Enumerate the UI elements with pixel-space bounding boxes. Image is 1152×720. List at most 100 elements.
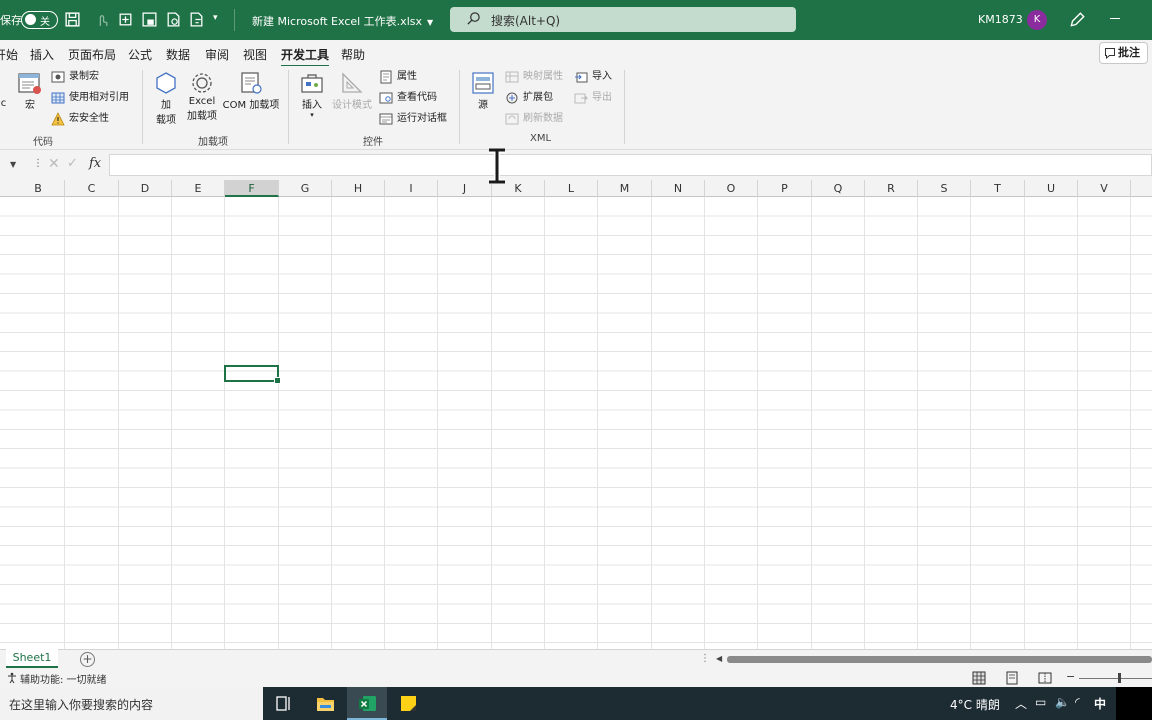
- print-preview-icon[interactable]: [141, 11, 158, 28]
- properties-button[interactable]: 属性: [379, 69, 417, 85]
- volume-icon[interactable]: 🔈: [1055, 695, 1070, 709]
- tab-page-layout[interactable]: 页面布局: [68, 46, 116, 63]
- new-document-icon[interactable]: [188, 11, 205, 28]
- network-icon[interactable]: ◜: [1075, 695, 1080, 709]
- column-header-b[interactable]: B: [12, 180, 65, 197]
- selected-cell[interactable]: [224, 365, 281, 384]
- horizontal-scrollbar[interactable]: [727, 656, 1152, 663]
- macro-security-button[interactable]: 宏安全性: [51, 111, 109, 127]
- column-header-q[interactable]: Q: [812, 180, 865, 197]
- export-pdf-icon[interactable]: [165, 11, 182, 28]
- save-icon[interactable]: [64, 11, 81, 28]
- user-name[interactable]: KM1873: [978, 13, 1023, 26]
- minimize-icon[interactable]: [1110, 18, 1120, 19]
- visual-basic-button[interactable]: ic: [0, 98, 6, 109]
- zoom-slider-handle[interactable]: [1118, 673, 1121, 683]
- cell-grid[interactable]: [0, 197, 1152, 649]
- task-view-button[interactable]: [263, 687, 303, 720]
- column-header-s[interactable]: S: [918, 180, 971, 197]
- column-header-u[interactable]: U: [1025, 180, 1078, 197]
- autosave-toggle[interactable]: 关: [21, 11, 58, 29]
- expansion-packs-button[interactable]: 扩展包: [505, 90, 553, 106]
- refresh-data-icon[interactable]: [117, 11, 134, 28]
- name-box-dropdown-icon[interactable]: ▼: [10, 160, 16, 169]
- design-mode-label: 设计模式: [332, 100, 372, 111]
- xml-source-button[interactable]: 源: [469, 70, 497, 111]
- macros-button[interactable]: 宏: [15, 70, 45, 111]
- column-header-c[interactable]: C: [65, 180, 119, 197]
- column-header-h[interactable]: H: [332, 180, 385, 197]
- run-dialog-label: 运行对话框: [397, 113, 447, 124]
- design-mode-button[interactable]: 设计模式: [330, 70, 374, 111]
- column-header-j[interactable]: J: [438, 180, 492, 197]
- map-properties-button[interactable]: 映射属性: [505, 69, 563, 85]
- clock-area[interactable]: [1116, 687, 1152, 720]
- page-break-view-icon[interactable]: [1038, 671, 1052, 685]
- formula-input[interactable]: [109, 154, 1152, 176]
- accessibility-status[interactable]: 辅助功能: 一切就绪: [6, 671, 107, 686]
- touch-mode-icon[interactable]: [94, 11, 111, 28]
- column-header-v[interactable]: V: [1078, 180, 1131, 197]
- addins-button[interactable]: 加 载项: [152, 70, 180, 126]
- column-header-f[interactable]: F: [225, 180, 279, 197]
- refresh-data-button[interactable]: 刷新数据: [505, 111, 563, 127]
- excel-addins-button[interactable]: Excel 加载项: [185, 70, 219, 122]
- column-header-e[interactable]: E: [172, 180, 225, 197]
- show-hidden-icons-icon[interactable]: ︿: [1015, 695, 1027, 712]
- view-code-button[interactable]: 查看代码: [379, 90, 437, 106]
- run-dialog-button[interactable]: 运行对话框: [379, 111, 447, 127]
- zoom-slider[interactable]: [1079, 678, 1152, 679]
- properties-icon: [380, 70, 392, 84]
- enter-check-icon[interactable]: ✓: [67, 156, 78, 171]
- chevron-down-icon: ▾: [310, 111, 314, 119]
- page-layout-view-icon[interactable]: [1005, 671, 1019, 685]
- xml-import-button[interactable]: 导入: [574, 69, 612, 85]
- tab-insert[interactable]: 插入: [30, 46, 54, 63]
- scroll-left-icon[interactable]: ◀: [716, 654, 722, 663]
- column-header-i[interactable]: I: [385, 180, 438, 197]
- search-box[interactable]: 搜索(Alt+Q): [450, 7, 796, 32]
- file-explorer-button[interactable]: [305, 687, 345, 720]
- battery-icon[interactable]: ▭: [1035, 695, 1046, 709]
- file-name[interactable]: 新建 Microsoft Excel 工作表.xlsx ▼: [252, 13, 433, 29]
- column-header-n[interactable]: N: [652, 180, 705, 197]
- xml-export-button[interactable]: 导出: [574, 90, 612, 106]
- tab-split-handle[interactable]: ⋮: [700, 653, 710, 664]
- tab-review[interactable]: 审阅: [205, 46, 229, 63]
- input-method-indicator[interactable]: 中: [1094, 695, 1106, 712]
- tab-data[interactable]: 数据: [166, 46, 190, 63]
- sticky-notes-button[interactable]: [388, 687, 428, 720]
- insert-control-button[interactable]: 插入 ▾: [298, 70, 326, 119]
- tab-home[interactable]: 开始: [0, 46, 18, 63]
- cancel-icon[interactable]: ✕: [48, 156, 60, 172]
- column-header-r[interactable]: R: [865, 180, 918, 197]
- column-header-p[interactable]: P: [758, 180, 812, 197]
- add-sheet-icon[interactable]: +: [80, 652, 95, 667]
- column-header-m[interactable]: M: [598, 180, 652, 197]
- ribbon-separator: [288, 70, 289, 144]
- column-header-d[interactable]: D: [119, 180, 172, 197]
- column-header-g[interactable]: G: [279, 180, 332, 197]
- sheet-tab[interactable]: Sheet1: [6, 649, 58, 668]
- comments-button[interactable]: 批注: [1099, 42, 1148, 64]
- column-header-o[interactable]: O: [705, 180, 758, 197]
- xml-group-label: XML: [530, 133, 552, 144]
- column-header-l[interactable]: L: [545, 180, 598, 197]
- relative-reference-button[interactable]: 使用相对引用: [51, 90, 129, 106]
- more-options-icon[interactable]: ⋮: [33, 158, 43, 169]
- avatar[interactable]: K: [1027, 10, 1047, 30]
- zoom-out-icon[interactable]: −: [1066, 670, 1075, 683]
- tab-developer[interactable]: 开发工具: [281, 46, 330, 68]
- excel-taskbar-button[interactable]: [347, 687, 387, 720]
- record-macro-button[interactable]: 录制宏: [51, 69, 99, 85]
- normal-view-icon[interactable]: [972, 671, 986, 685]
- column-header-t[interactable]: T: [971, 180, 1025, 197]
- tab-view[interactable]: 视图: [243, 46, 267, 63]
- tab-help[interactable]: 帮助: [341, 46, 365, 63]
- com-addins-button[interactable]: COM 加载项: [222, 70, 280, 111]
- customize-quick-access-icon[interactable]: ▾: [213, 13, 218, 23]
- insert-function-icon[interactable]: fx: [89, 156, 101, 171]
- pen-icon[interactable]: [1068, 11, 1086, 29]
- taskbar-search[interactable]: 在这里输入你要搜索的内容: [0, 687, 263, 720]
- tab-formulas[interactable]: 公式: [128, 46, 152, 63]
